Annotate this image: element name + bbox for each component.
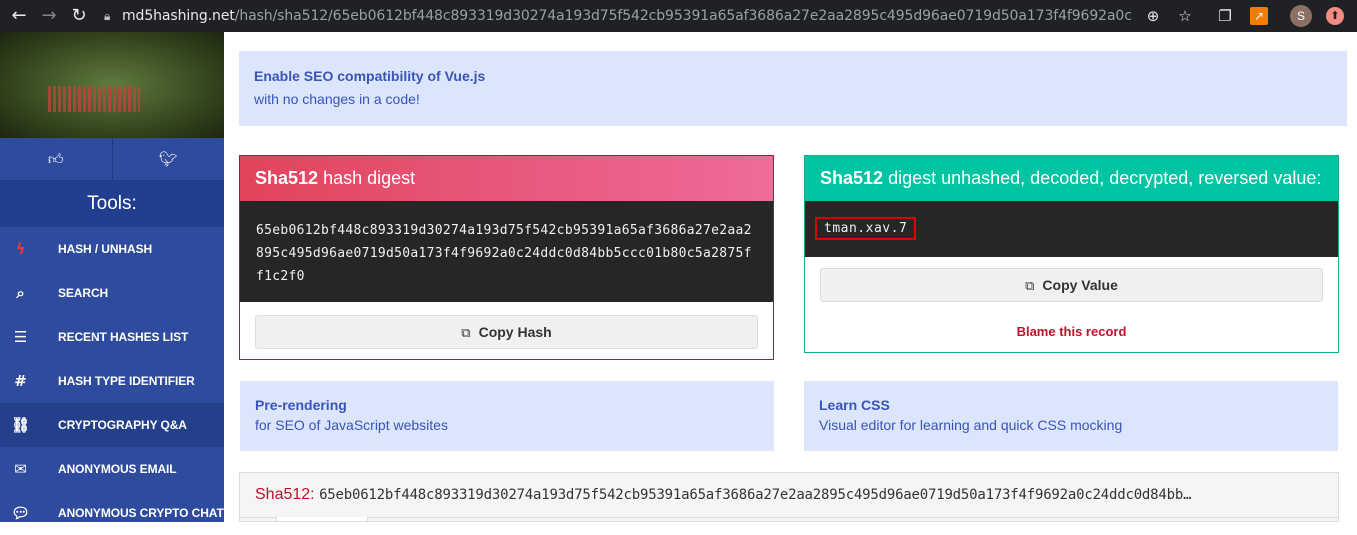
twitter-icon[interactable]: 🐦︎	[113, 138, 225, 180]
hash-card-header: Sha512 hash digest	[240, 156, 773, 201]
hash-value: 65eb0612bf448c893319d30274a193d75f542cb9…	[240, 201, 773, 302]
url-path: /hash/sha512/65eb0612bf448c893319d30274a…	[234, 8, 1132, 24]
ad-subtitle: Visual editor for learning and quick CSS…	[819, 417, 1123, 433]
like-icon[interactable]: 👍︎	[0, 138, 113, 180]
site-logo-banner[interactable]	[0, 32, 224, 138]
hash-line-label: Sha512:	[255, 486, 315, 503]
extension-chart-icon[interactable]: ↗	[1250, 7, 1268, 25]
sidebar-item-recent-hashes[interactable]: ☰ RECENT HASHES LIST	[0, 315, 224, 359]
reload-icon[interactable]: ↻	[68, 5, 90, 27]
sidebar-item-label: HASH / UNHASH	[58, 242, 153, 256]
sidebar-item-hash-type-identifier[interactable]: # HASH TYPE IDENTIFIER	[0, 359, 224, 403]
list-icon: ☰	[13, 328, 28, 346]
ad-subtitle: for SEO of JavaScript websites	[255, 417, 448, 433]
tools-heading: Tools:	[0, 181, 224, 227]
hash-line-value[interactable]: 65eb0612bf448c893319d30274a193d75f542cb9…	[319, 487, 1191, 503]
update-icon[interactable]: ⬆	[1326, 7, 1344, 25]
search-icon: ⌕	[16, 284, 25, 302]
sidebar-item-label: CRYPTOGRAPHY Q&A	[58, 418, 187, 432]
value-card-header: Sha512 digest unhashed, decoded, decrypt…	[805, 156, 1338, 201]
hash-tabs	[240, 517, 1338, 521]
sidebar-item-search[interactable]: ⌕ SEARCH	[0, 271, 224, 315]
hash-line: Sha512: 65eb0612bf448c893319d30274a193d7…	[239, 472, 1339, 522]
algo-name: Sha512	[255, 168, 319, 188]
sidebar-item-anonymous-email[interactable]: ✉ ANONYMOUS EMAIL	[0, 447, 224, 491]
social-buttons: 👍︎ 🐦︎	[0, 138, 224, 181]
ad-subtitle: with no changes in a code!	[254, 91, 420, 107]
ad-banner-top[interactable]: Enable SEO compatibility of Vue.js with …	[239, 51, 1347, 126]
sidebar-item-hash-unhash[interactable]: ϟ HASH / UNHASH	[0, 227, 224, 271]
sidebar-item-anonymous-crypto-chat[interactable]: 💬︎ ANONYMOUS CRYPTO CHAT	[0, 491, 224, 535]
hash-tab[interactable]	[276, 517, 368, 521]
chat-icon: 💬︎	[11, 504, 30, 522]
ad-title: Learn CSS	[819, 397, 890, 413]
algo-name: Sha512	[820, 168, 884, 188]
hash-card-title: hash digest	[323, 168, 416, 188]
address-bar[interactable]: md5hashing.net/hash/sha512/65eb0612bf448…	[122, 8, 1132, 24]
logo-glyph	[48, 86, 140, 112]
copy-icon: ⧉	[461, 326, 471, 341]
copy-value-button[interactable]: ⧉ Copy Value	[820, 268, 1323, 302]
copy-hash-label: Copy Hash	[478, 324, 552, 340]
envelope-icon: ✉	[14, 460, 27, 478]
sidebar-item-label: ANONYMOUS CRYPTO CHAT	[58, 506, 224, 520]
sidebar-item-label: SEARCH	[58, 286, 109, 300]
decoded-value-card: Sha512 digest unhashed, decoded, decrypt…	[804, 155, 1339, 353]
value-card-title: digest unhashed, decoded, decrypted, rev…	[888, 168, 1322, 188]
back-icon[interactable]: ←	[8, 5, 30, 27]
sidebar-item-cryptography-qa[interactable]: ⛓ CRYPTOGRAPHY Q&A	[0, 403, 224, 447]
sidebar-item-label: HASH TYPE IDENTIFIER	[58, 374, 195, 388]
lock-icon[interactable]: 🔒︎	[104, 9, 118, 24]
forward-icon[interactable]: →	[38, 5, 60, 27]
browser-toolbar: ← → ↻ 🔒︎ md5hashing.net/hash/sha512/65eb…	[0, 0, 1357, 32]
profile-avatar[interactable]: S	[1290, 5, 1312, 27]
extension-icon[interactable]: ❐	[1214, 5, 1236, 27]
sidebar-item-label: ANONYMOUS EMAIL	[58, 462, 177, 476]
sidebar: 👍︎ 🐦︎ Tools: ϟ HASH / UNHASH ⌕ SEARCH ☰ …	[0, 32, 224, 522]
decoded-value-box: tman.xav.7	[805, 201, 1338, 257]
copy-icon: ⧉	[1025, 279, 1035, 294]
sidebar-item-label: RECENT HASHES LIST	[58, 330, 189, 344]
ad-pre-rendering[interactable]: Pre-rendering for SEO of JavaScript webs…	[240, 381, 774, 451]
url-host: md5hashing.net	[122, 8, 235, 24]
bolt-icon: ϟ	[15, 240, 26, 258]
ad-learn-css[interactable]: Learn CSS Visual editor for learning and…	[804, 381, 1338, 451]
copy-hash-button[interactable]: ⧉ Copy Hash	[255, 315, 758, 349]
decoded-value: tman.xav.7	[815, 217, 917, 240]
ad-title: Pre-rendering	[255, 397, 347, 413]
chain-icon: ⛓	[11, 416, 30, 434]
zoom-icon[interactable]: ⊕	[1142, 5, 1164, 27]
hash-icon: #	[14, 372, 27, 390]
hash-digest-card: Sha512 hash digest 65eb0612bf448c893319d…	[239, 155, 774, 360]
bookmark-star-icon[interactable]: ☆	[1174, 5, 1196, 27]
blame-record-link[interactable]: Blame this record	[805, 324, 1338, 339]
ad-title: Enable SEO compatibility of Vue.js	[254, 68, 486, 84]
copy-value-label: Copy Value	[1042, 277, 1118, 293]
